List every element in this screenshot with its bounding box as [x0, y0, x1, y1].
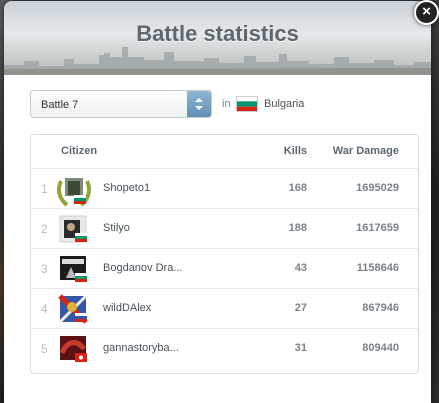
table-row: 4 wildDAlex 27 867946	[31, 288, 418, 328]
rank-number: 2	[41, 222, 48, 236]
popup-header: Battle statistics	[4, 1, 431, 75]
citizen-name[interactable]: Shopeto1	[103, 182, 150, 194]
avatar[interactable]	[57, 333, 91, 367]
close-icon[interactable]: ×	[414, 0, 439, 25]
avatar[interactable]	[57, 253, 91, 287]
war-damage-value: 1158646	[356, 262, 399, 274]
citizen-name[interactable]: Stilyo	[103, 222, 130, 234]
table-row: 3 Bogdanov Dra... 43 1158646	[31, 248, 418, 288]
citizen-name[interactable]: Bogdanov Dra...	[103, 262, 183, 274]
country-name[interactable]: Bulgaria	[264, 98, 304, 110]
bulgaria-flag-icon	[236, 96, 258, 112]
avatar[interactable]	[57, 293, 91, 327]
citizen-name[interactable]: wildDAlex	[103, 302, 151, 314]
avatar[interactable]	[57, 213, 91, 247]
war-damage-value: 1617659	[356, 222, 399, 234]
war-damage-value: 867946	[362, 302, 399, 314]
battle-select[interactable]: Battle 7	[30, 90, 212, 118]
kills-value: 27	[294, 302, 307, 314]
header-war-damage: War Damage	[332, 145, 399, 157]
rank-number: 3	[41, 262, 48, 276]
war-damage-value: 1695029	[356, 182, 399, 194]
in-label: in	[222, 98, 231, 110]
battle-statistics-popup: Battle statistics Battle 7 in Bulgaria C…	[4, 1, 431, 403]
rank-number: 4	[41, 302, 48, 316]
avatar[interactable]	[57, 173, 91, 207]
battle-select-value: Battle 7	[41, 99, 79, 111]
dropdown-arrows-icon[interactable]	[187, 91, 211, 117]
rank-number: 5	[41, 342, 48, 356]
kills-value: 188	[288, 222, 307, 234]
statistics-table: Citizen Kills War Damage 1 Shopeto1 168 …	[30, 134, 419, 374]
kills-value: 31	[294, 342, 307, 354]
war-damage-value: 809440	[362, 342, 399, 354]
kills-value: 168	[288, 182, 307, 194]
header-citizen: Citizen	[61, 145, 98, 157]
table-row: 5 gannastoryba... 31 809440	[31, 328, 418, 368]
kills-value: 43	[294, 262, 307, 274]
popup-title: Battle statistics	[136, 21, 299, 46]
rank-number: 1	[41, 182, 48, 196]
citizen-name[interactable]: gannastoryba...	[103, 342, 179, 354]
table-row: 1 Shopeto1 168 1695029	[31, 168, 418, 208]
table-row: 2 Stilyo 188 1617659	[31, 208, 418, 248]
header-kills: Kills	[283, 145, 307, 157]
